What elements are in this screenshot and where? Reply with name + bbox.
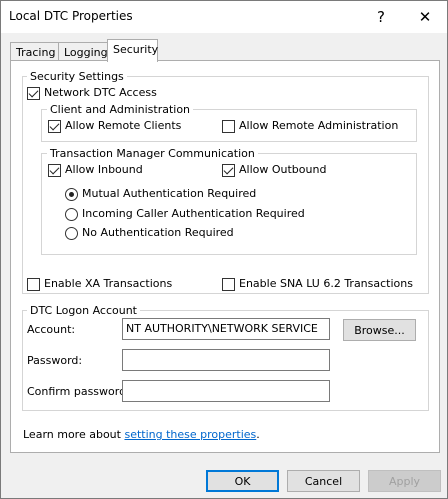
tab-logging[interactable]: Logging <box>58 42 114 62</box>
account-label: Account: <box>27 323 76 336</box>
tab-security[interactable]: Security <box>107 39 158 62</box>
close-button[interactable]: ✕ <box>405 1 445 33</box>
mutual-auth-label[interactable]: Mutual Authentication Required <box>82 187 256 201</box>
security-tab-panel: Security Settings Network DTC Access Cli… <box>10 60 440 453</box>
network-dtc-access-checkbox[interactable] <box>27 87 40 100</box>
allow-inbound-label[interactable]: Allow Inbound <box>65 163 143 177</box>
incoming-caller-auth-radio[interactable] <box>65 208 78 221</box>
tab-logging-label: Logging <box>64 46 108 59</box>
title-bar: Local DTC Properties ? ✕ <box>1 1 447 33</box>
ok-button[interactable]: OK <box>206 470 279 492</box>
allow-outbound-label[interactable]: Allow Outbound <box>239 163 326 177</box>
tab-security-label: Security <box>113 43 159 56</box>
enable-sna-checkbox[interactable] <box>222 278 235 291</box>
logon-account-legend: DTC Logon Account <box>27 304 140 317</box>
incoming-caller-auth-label[interactable]: Incoming Caller Authentication Required <box>82 207 305 221</box>
learn-more-prefix: Learn more about <box>23 428 125 441</box>
allow-inbound-checkbox[interactable] <box>48 164 61 177</box>
enable-xa-checkbox[interactable] <box>27 278 40 291</box>
close-icon: ✕ <box>418 8 432 26</box>
security-settings-legend: Security Settings <box>27 70 127 83</box>
tm-communication-legend: Transaction Manager Communication <box>47 147 258 160</box>
network-dtc-access-label[interactable]: Network DTC Access <box>44 86 157 100</box>
apply-button[interactable]: Apply <box>368 470 441 492</box>
help-icon: ? <box>377 8 385 26</box>
allow-remote-clients-label[interactable]: Allow Remote Clients <box>65 119 181 133</box>
window-title: Local DTC Properties <box>9 9 133 23</box>
help-button[interactable]: ? <box>361 1 401 33</box>
client-admin-legend: Client and Administration <box>47 103 194 116</box>
learn-more-suffix: . <box>256 428 260 441</box>
cancel-button[interactable]: Cancel <box>287 470 360 492</box>
allow-outbound-checkbox[interactable] <box>222 164 235 177</box>
mutual-auth-radio[interactable] <box>65 188 78 201</box>
password-label: Password: <box>27 354 83 367</box>
tab-tracing[interactable]: Tracing <box>10 42 62 62</box>
learn-more-text: Learn more about setting these propertie… <box>23 428 260 442</box>
learn-more-link[interactable]: setting these properties <box>124 428 256 441</box>
allow-remote-clients-checkbox[interactable] <box>48 120 61 133</box>
confirm-password-label: Confirm password: <box>27 385 130 398</box>
password-input[interactable] <box>122 349 330 371</box>
confirm-password-input[interactable] <box>122 380 330 402</box>
browse-button[interactable]: Browse... <box>343 319 416 341</box>
tab-tracing-label: Tracing <box>16 46 56 59</box>
enable-sna-label[interactable]: Enable SNA LU 6.2 Transactions <box>239 277 413 291</box>
account-input[interactable]: NT AUTHORITY\NETWORK SERVICE <box>122 318 330 340</box>
allow-remote-admin-checkbox[interactable] <box>222 120 235 133</box>
dialog-window: Local DTC Properties ? ✕ Tracing Logging… <box>0 0 448 499</box>
enable-xa-label[interactable]: Enable XA Transactions <box>44 277 172 291</box>
no-auth-label[interactable]: No Authentication Required <box>82 226 234 240</box>
allow-remote-admin-label[interactable]: Allow Remote Administration <box>239 119 398 133</box>
no-auth-radio[interactable] <box>65 227 78 240</box>
